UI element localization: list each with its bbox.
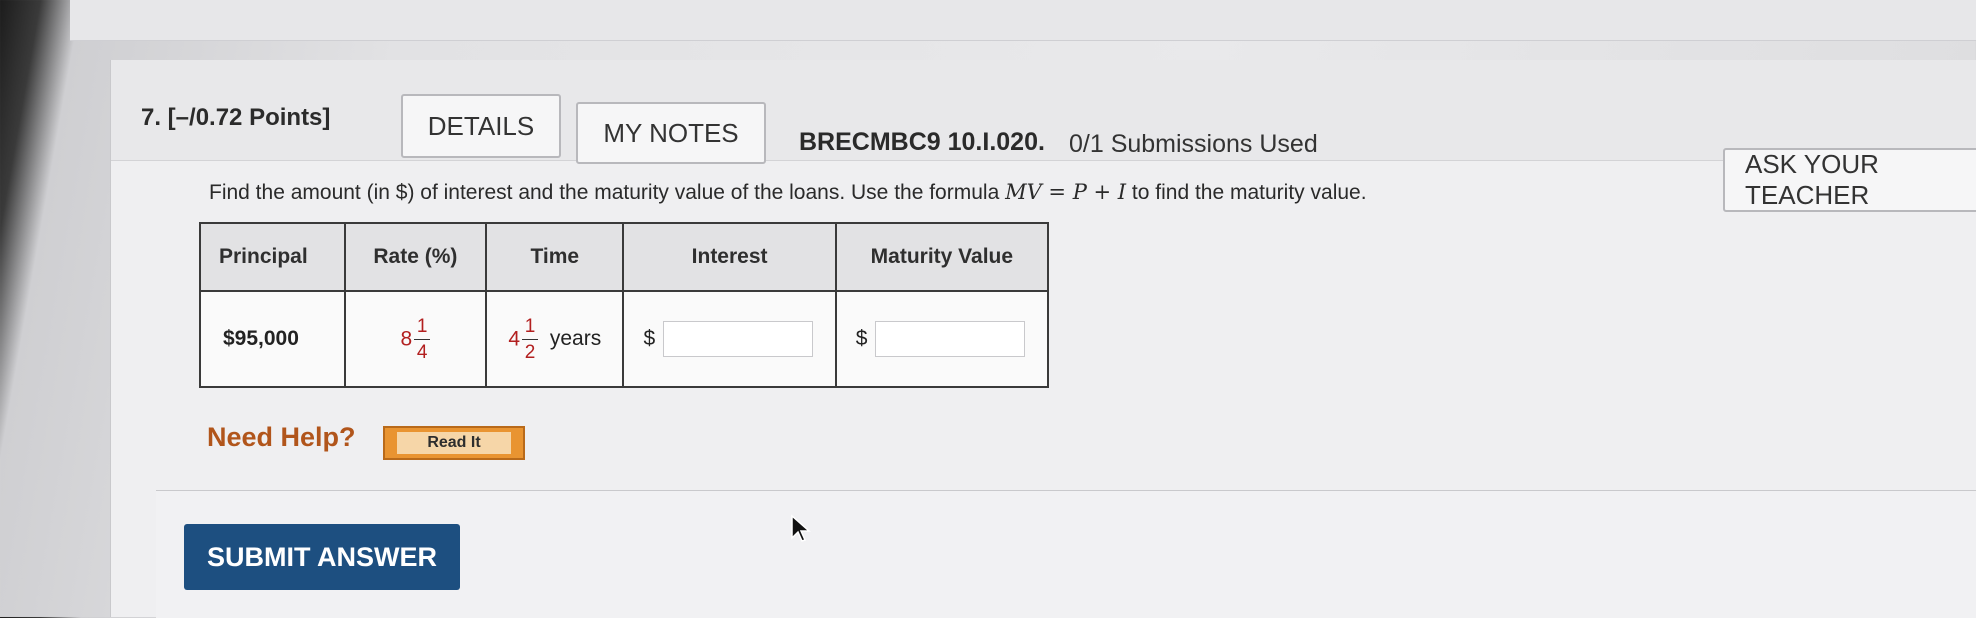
table-header-row: Principal Rate (%) Time Interest Maturit… bbox=[199, 222, 1050, 292]
question-prompt: Find the amount (in $) of interest and t… bbox=[209, 180, 1367, 205]
rate-numerator: 1 bbox=[416, 315, 428, 337]
read-it-label: Read It bbox=[397, 432, 511, 454]
header-time: Time bbox=[485, 222, 625, 292]
submissions-used: 0/1 Submissions Used bbox=[1069, 130, 1318, 158]
interest-cell: $ bbox=[622, 290, 837, 388]
principal-cell: $95,000 bbox=[199, 290, 346, 388]
time-cell: 412 years bbox=[485, 290, 625, 388]
header-principal: Principal bbox=[199, 222, 346, 292]
need-help-label: Need Help? bbox=[207, 422, 356, 452]
question-header: 7. [–/0.72 Points] DETAILS MY NOTES BREC… bbox=[111, 60, 1976, 164]
question-number-points: 7. [–/0.72 Points] bbox=[141, 104, 331, 131]
read-it-button[interactable]: Read It bbox=[383, 426, 525, 460]
interest-currency: $ bbox=[643, 327, 656, 350]
maturity-currency: $ bbox=[855, 327, 868, 350]
submit-answer-button[interactable]: SUBMIT ANSWER bbox=[184, 524, 460, 590]
interest-input[interactable] bbox=[663, 321, 814, 357]
prompt-text: Find the amount (in $) of interest and t… bbox=[209, 181, 1006, 204]
rate-cell: 814 bbox=[343, 290, 488, 388]
top-strip bbox=[70, 0, 1976, 41]
time-whole: 4 bbox=[508, 327, 521, 350]
header-interest: Interest bbox=[622, 222, 837, 292]
table-row: $95,000 814 412 years $ $ bbox=[199, 290, 1050, 388]
details-button[interactable]: DETAILS bbox=[401, 94, 561, 158]
mouse-pointer-icon bbox=[791, 514, 811, 542]
fraction-bar bbox=[414, 338, 431, 340]
time-unit: years bbox=[549, 327, 602, 350]
formula: MV = P + I bbox=[1005, 180, 1127, 204]
question-card: 7. [–/0.72 Points] DETAILS MY NOTES BREC… bbox=[110, 60, 1976, 618]
header-rate: Rate (%) bbox=[343, 222, 488, 292]
prompt-text-end: to find the maturity value. bbox=[1126, 181, 1367, 204]
maturity-value-cell: $ bbox=[834, 290, 1050, 388]
rate-whole: 8 bbox=[400, 327, 413, 350]
problem-code: BRECMBC9 10.I.020. bbox=[799, 128, 1045, 156]
ask-your-teacher-button[interactable]: ASK YOUR TEACHER bbox=[1723, 148, 1976, 212]
time-denominator: 2 bbox=[524, 341, 536, 363]
rate-fraction: 14 bbox=[414, 315, 431, 363]
maturity-value-input[interactable] bbox=[875, 321, 1026, 357]
my-notes-button[interactable]: MY NOTES bbox=[576, 102, 766, 164]
fraction-bar bbox=[522, 338, 539, 340]
header-maturity-value: Maturity Value bbox=[834, 222, 1050, 292]
loan-table: Principal Rate (%) Time Interest Maturit… bbox=[199, 222, 1050, 388]
time-numerator: 1 bbox=[524, 315, 536, 337]
rate-denominator: 4 bbox=[416, 341, 428, 363]
time-fraction: 12 bbox=[522, 315, 539, 363]
